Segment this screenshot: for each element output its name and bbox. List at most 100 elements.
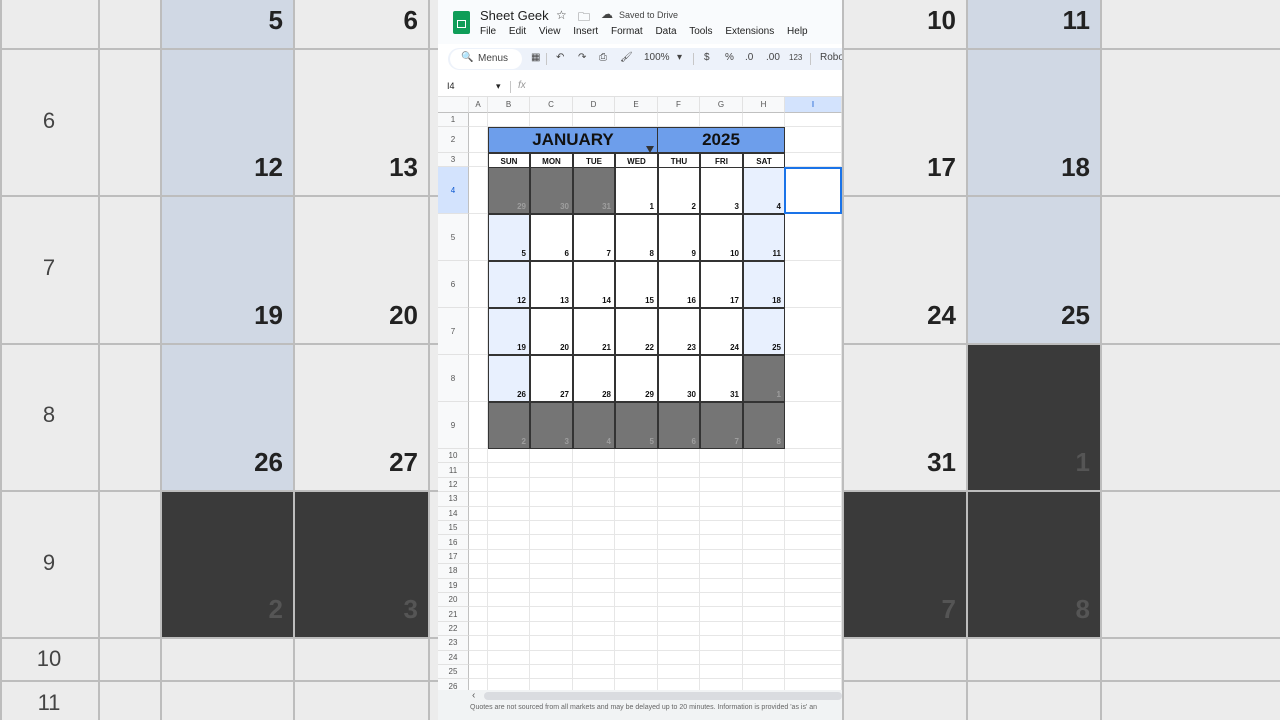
menu-format[interactable]: Format — [611, 26, 643, 37]
row-header-5[interactable]: 5 — [438, 214, 469, 261]
calendar-day-cell[interactable]: 17 — [700, 261, 743, 308]
row-header-8[interactable]: 8 — [438, 355, 469, 402]
column-header-h[interactable]: H — [743, 97, 785, 113]
paint-format-icon[interactable]: 🖌 — [620, 52, 633, 63]
calendar-day-cell[interactable]: 29 — [488, 167, 530, 214]
calendar-day-cell[interactable]: 26 — [488, 355, 530, 402]
name-box[interactable]: I4 — [447, 81, 455, 91]
row-header-16[interactable]: 16 — [438, 535, 469, 550]
row-header-17[interactable]: 17 — [438, 549, 469, 565]
undo-icon[interactable]: ↶ — [556, 52, 564, 63]
print-icon[interactable]: ⎙ — [599, 52, 607, 63]
row-header-22[interactable]: 22 — [438, 621, 469, 637]
row-header-1[interactable]: 1 — [438, 113, 469, 127]
currency-format-button[interactable]: $ — [704, 52, 710, 63]
calendar-day-cell[interactable]: 27 — [530, 355, 573, 402]
calendar-day-cell[interactable]: 6 — [658, 402, 700, 449]
calendar-day-cell[interactable]: 9 — [658, 214, 700, 261]
calculator-icon[interactable]: ▦ — [531, 52, 540, 63]
calendar-day-cell[interactable]: 7 — [700, 402, 743, 449]
calendar-day-cell[interactable]: 2 — [488, 402, 530, 449]
select-all-corner[interactable] — [438, 97, 469, 113]
row-header-3[interactable]: 3 — [438, 153, 469, 167]
calendar-day-cell[interactable]: 30 — [658, 355, 700, 402]
calendar-day-cell[interactable]: 30 — [530, 167, 573, 214]
percent-format-button[interactable]: % — [725, 52, 734, 63]
row-header-12[interactable]: 12 — [438, 477, 469, 493]
selected-cell-i4[interactable] — [784, 167, 842, 214]
calendar-day-cell[interactable]: 13 — [530, 261, 573, 308]
calendar-day-cell[interactable]: 16 — [658, 261, 700, 308]
column-header-f[interactable]: F — [658, 97, 700, 113]
row-header-20[interactable]: 20 — [438, 593, 469, 608]
calendar-day-cell[interactable]: 31 — [573, 167, 615, 214]
number-format-button[interactable]: 123 — [789, 53, 802, 62]
redo-icon[interactable]: ↷ — [578, 52, 586, 63]
menu-file[interactable]: File — [480, 26, 496, 37]
column-header-c[interactable]: C — [530, 97, 573, 113]
spreadsheet-grid[interactable]: A B C D E F G H I 1 2 3 4 5 6 7 8 9 10 11 12 13 14 15 16 17 18 19 20… — [438, 97, 842, 694]
row-header-25[interactable]: 25 — [438, 665, 469, 680]
calendar-day-cell[interactable]: 4 — [573, 402, 615, 449]
menu-data[interactable]: Data — [655, 26, 676, 37]
column-header-b[interactable]: B — [488, 97, 530, 113]
row-header-13[interactable]: 13 — [438, 492, 469, 507]
row-header-19[interactable]: 19 — [438, 578, 469, 593]
star-icon[interactable]: ☆ — [556, 8, 567, 22]
calendar-day-cell[interactable]: 23 — [658, 308, 700, 355]
calendar-day-cell[interactable]: 3 — [700, 167, 743, 214]
calendar-day-cell[interactable]: 24 — [700, 308, 743, 355]
calendar-day-cell[interactable]: 1 — [615, 167, 658, 214]
column-header-e[interactable]: E — [615, 97, 658, 113]
calendar-day-cell[interactable]: 14 — [573, 261, 615, 308]
calendar-day-cell[interactable]: 6 — [530, 214, 573, 261]
row-header-21[interactable]: 21 — [438, 607, 469, 622]
calendar-day-cell[interactable]: 19 — [488, 308, 530, 355]
calendar-day-cell[interactable]: 5 — [488, 214, 530, 261]
calendar-day-cell[interactable]: 29 — [615, 355, 658, 402]
calendar-day-cell[interactable]: 4 — [743, 167, 785, 214]
column-header-a[interactable]: A — [469, 97, 488, 113]
column-header-i[interactable]: I — [785, 97, 842, 113]
calendar-day-cell[interactable]: 10 — [700, 214, 743, 261]
column-header-g[interactable]: G — [700, 97, 743, 113]
decrease-decimal-button[interactable]: .0 — [745, 52, 753, 63]
calendar-day-cell[interactable]: 21 — [573, 308, 615, 355]
calendar-day-cell[interactable]: 22 — [615, 308, 658, 355]
row-header-11[interactable]: 11 — [438, 463, 469, 478]
menu-insert[interactable]: Insert — [573, 26, 598, 37]
calendar-day-cell[interactable]: 11 — [743, 214, 785, 261]
horizontal-scrollbar[interactable] — [484, 692, 842, 700]
chevron-down-icon[interactable]: ▾ — [496, 81, 501, 92]
chevron-down-icon[interactable]: ▾ — [677, 52, 682, 63]
row-header-6[interactable]: 6 — [438, 261, 469, 308]
menu-extensions[interactable]: Extensions — [725, 26, 774, 37]
sheets-logo-icon[interactable] — [453, 11, 470, 34]
row-header-14[interactable]: 14 — [438, 506, 469, 521]
calendar-day-cell[interactable]: 7 — [573, 214, 615, 261]
document-title[interactable]: Sheet Geek — [480, 8, 549, 23]
calendar-day-cell[interactable]: 8 — [743, 402, 785, 449]
row-header-24[interactable]: 24 — [438, 650, 469, 665]
calendar-day-cell[interactable]: 3 — [530, 402, 573, 449]
font-select[interactable]: Robo — [820, 52, 842, 63]
row-header-10[interactable]: 10 — [438, 449, 469, 464]
increase-decimal-button[interactable]: .00 — [766, 52, 780, 63]
calendar-day-cell[interactable]: 15 — [615, 261, 658, 308]
calendar-day-cell[interactable]: 8 — [615, 214, 658, 261]
row-header-23[interactable]: 23 — [438, 636, 469, 651]
calendar-day-cell[interactable]: 12 — [488, 261, 530, 308]
menu-search-button[interactable]: 🔍 Menus — [450, 49, 522, 69]
cloud-icon[interactable]: ☁ — [601, 7, 613, 21]
calendar-day-cell[interactable]: 18 — [743, 261, 785, 308]
row-header-7[interactable]: 7 — [438, 308, 469, 355]
column-header-d[interactable]: D — [573, 97, 615, 113]
menu-view[interactable]: View — [539, 26, 561, 37]
chevron-left-icon[interactable]: ‹ — [472, 690, 475, 701]
menu-edit[interactable]: Edit — [509, 26, 526, 37]
row-header-15[interactable]: 15 — [438, 521, 469, 536]
calendar-day-cell[interactable]: 1 — [743, 355, 785, 402]
calendar-day-cell[interactable]: 25 — [743, 308, 785, 355]
calendar-day-cell[interactable]: 20 — [530, 308, 573, 355]
row-header-2[interactable]: 2 — [438, 127, 469, 153]
